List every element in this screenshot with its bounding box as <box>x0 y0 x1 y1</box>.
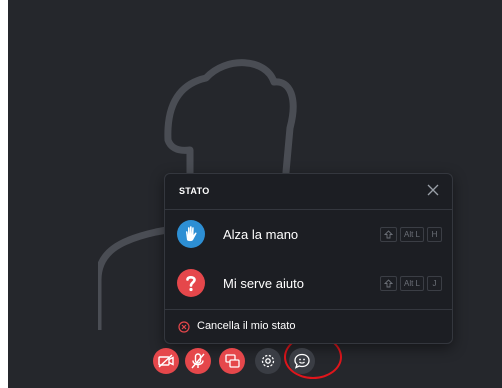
shortcut-keys: Alt L J <box>379 276 442 291</box>
raised-hand-icon <box>177 220 205 248</box>
screen-share-icon[interactable] <box>219 348 245 374</box>
shortcut-key: H <box>427 227 442 242</box>
close-icon[interactable] <box>426 183 440 197</box>
question-icon <box>177 269 205 297</box>
status-option-need-help[interactable]: Mi serve aiuto Alt L J <box>165 259 452 308</box>
status-option-raise-hand[interactable]: Alza la mano Alt L H <box>165 210 452 259</box>
shift-key-icon <box>379 227 397 242</box>
shift-key-icon <box>379 276 397 291</box>
settings-icon[interactable] <box>255 348 281 374</box>
status-option-label: Alza la mano <box>223 227 299 242</box>
status-panel-title: STATO <box>179 186 210 196</box>
chat-status-icon[interactable] <box>289 348 315 374</box>
shortcut-keys: Alt L H <box>379 227 442 242</box>
status-option-label: Mi serve aiuto <box>223 276 304 291</box>
clear-circle-icon <box>178 320 190 333</box>
microphone-off-icon[interactable] <box>185 348 211 374</box>
shortcut-key: Alt L <box>399 227 424 242</box>
status-panel-header: STATO <box>165 174 452 210</box>
clear-status-button[interactable]: Cancella il mio stato <box>165 309 452 343</box>
status-panel: STATO Alza la mano Alt L H Mi serve aiut… <box>164 173 453 344</box>
camera-off-icon[interactable] <box>153 348 179 374</box>
shortcut-key: J <box>427 276 442 291</box>
shortcut-key: Alt L <box>399 276 424 291</box>
clear-status-label: Cancella il mio stato <box>197 320 296 332</box>
